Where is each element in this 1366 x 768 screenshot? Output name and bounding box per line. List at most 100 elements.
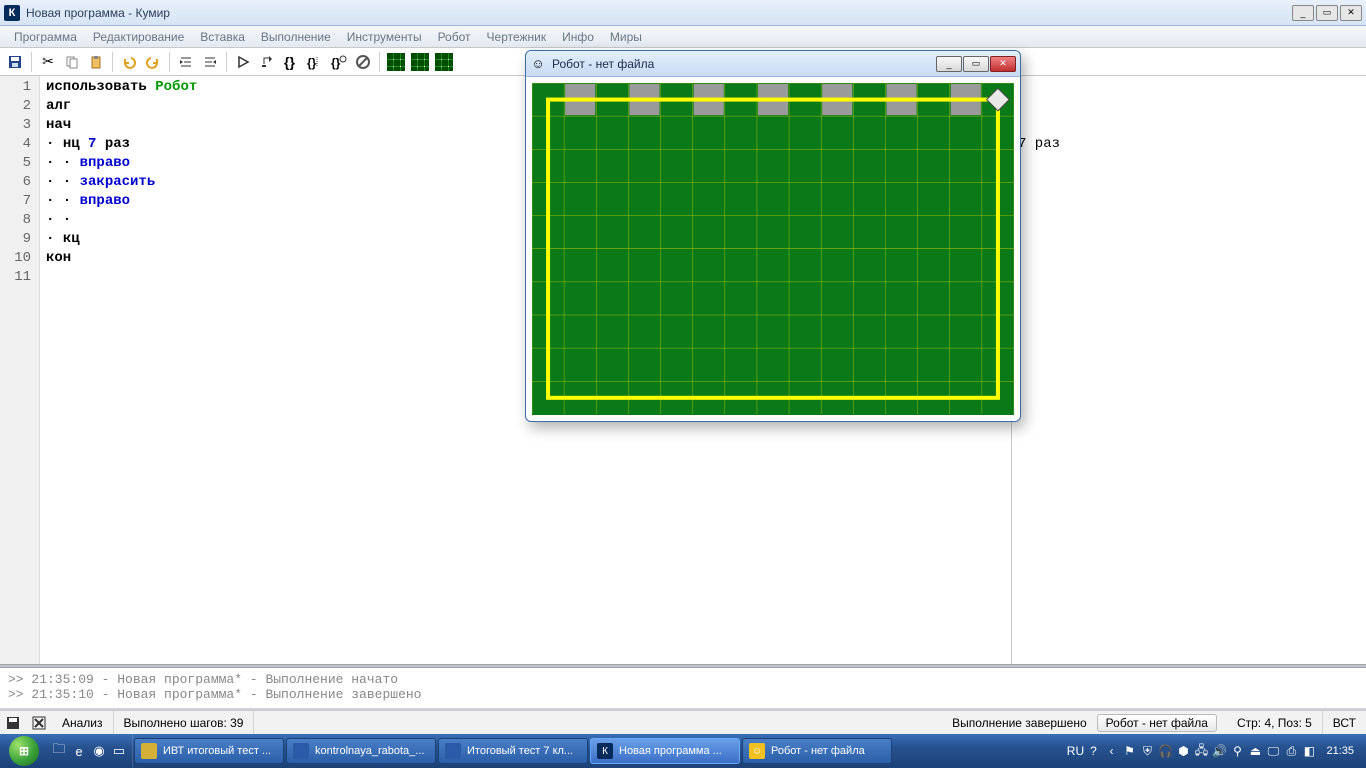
robot-window-title: Робот - нет файла <box>552 57 936 71</box>
line-number: 10 <box>0 249 31 268</box>
tray-headset-icon[interactable]: 🎧 <box>1158 744 1172 758</box>
copy-button[interactable] <box>61 51 83 73</box>
tray-bt-icon[interactable]: ⚲ <box>1230 744 1244 758</box>
system-tray: RU ? ‹ ⚑ ⛨ 🎧 ⬢ 🖧 🔊 ⚲ ⏏ 🖵 ⎙ ◧ 21:35 <box>1064 744 1364 758</box>
tray-flag-icon[interactable]: ⚑ <box>1122 744 1136 758</box>
taskbar-item[interactable]: kontrolnaya_rabota_... <box>286 738 436 764</box>
status-save-icon[interactable] <box>2 714 24 732</box>
minimize-button[interactable]: _ <box>1292 5 1314 21</box>
taskbar-item-label: kontrolnaya_rabota_... <box>315 745 424 757</box>
step-into-button[interactable]: {} <box>280 51 302 73</box>
taskbar-item-icon: К <box>597 743 613 759</box>
save-button[interactable] <box>4 51 26 73</box>
status-pos: Стр: 4, Поз: 5 <box>1227 711 1323 734</box>
taskbar-item-label: Итоговый тест 7 кл... <box>467 745 573 757</box>
menu-item[interactable]: Программа <box>6 28 85 46</box>
taskbar-item-label: Робот - нет файла <box>771 745 865 757</box>
line-number: 8 <box>0 211 31 230</box>
grid-view2-button[interactable] <box>409 51 431 73</box>
tray-chevron-icon[interactable]: ‹ <box>1104 744 1118 758</box>
robot-window[interactable]: ☺ Робот - нет файла _ ▭ ✕ <box>525 50 1021 422</box>
tray-network-icon[interactable]: 🖧 <box>1194 744 1208 758</box>
tray-av-icon[interactable]: ⬢ <box>1176 744 1190 758</box>
quick-chrome-icon[interactable]: ◉ <box>90 742 108 760</box>
quick-ie-icon[interactable]: e <box>70 742 88 760</box>
step-fast-button[interactable]: {} <box>304 51 326 73</box>
menu-item[interactable]: Инструменты <box>339 28 430 46</box>
tray-misc-icon[interactable]: ◧ <box>1302 744 1316 758</box>
taskbar-item[interactable]: Итоговый тест 7 кл... <box>438 738 588 764</box>
log-line: >> 21:35:10 - Новая программа* - Выполне… <box>8 687 1358 702</box>
robot-field[interactable] <box>532 83 1014 415</box>
statusbar: Анализ Выполнено шагов: 39 Выполнение за… <box>0 710 1366 734</box>
svg-text:{}: {} <box>307 56 317 70</box>
status-exec: Выполнение завершено Робот - нет файла <box>254 711 1226 734</box>
grid-view3-button[interactable] <box>433 51 455 73</box>
line-number: 5 <box>0 154 31 173</box>
tray-display-icon[interactable]: 🖵 <box>1266 744 1280 758</box>
undo-button[interactable] <box>118 51 140 73</box>
line-number: 3 <box>0 116 31 135</box>
tray-print-icon[interactable]: ⎙ <box>1284 744 1298 758</box>
tray-clock[interactable]: 21:35 <box>1320 745 1360 757</box>
taskbar-item[interactable]: ИВТ итоговый тест ... <box>134 738 284 764</box>
redo-button[interactable] <box>142 51 164 73</box>
indent-button[interactable] <box>175 51 197 73</box>
outdent-button[interactable] <box>199 51 221 73</box>
status-close-icon[interactable] <box>28 714 50 732</box>
side-text: 7 раз <box>1018 135 1360 154</box>
robot-titlebar[interactable]: ☺ Робот - нет файла _ ▭ ✕ <box>526 51 1020 77</box>
maximize-button[interactable]: ▭ <box>1316 5 1338 21</box>
cut-button[interactable]: ✂ <box>37 51 59 73</box>
paste-button[interactable] <box>85 51 107 73</box>
robot-close-button[interactable]: ✕ <box>990 56 1016 72</box>
window-controls: _ ▭ ✕ <box>1292 5 1362 21</box>
robot-maximize-button[interactable]: ▭ <box>963 56 989 72</box>
quick-explorer-icon[interactable]: 🗀 <box>50 742 68 760</box>
line-number: 11 <box>0 268 31 287</box>
menu-item[interactable]: Миры <box>602 28 650 46</box>
tray-shield-icon[interactable]: ⛨ <box>1140 744 1154 758</box>
robot-window-controls: _ ▭ ✕ <box>936 56 1016 72</box>
svg-text:{}: {} <box>331 56 341 70</box>
robot-marker <box>987 88 1009 110</box>
stop-button[interactable] <box>352 51 374 73</box>
step-over-button[interactable] <box>256 51 278 73</box>
grid-view1-button[interactable] <box>385 51 407 73</box>
taskbar-item-label: ИВТ итоговый тест ... <box>163 745 271 757</box>
window-title: Новая программа - Кумир <box>26 6 1292 20</box>
line-number: 7 <box>0 192 31 211</box>
line-number: 2 <box>0 97 31 116</box>
robot-minimize-button[interactable]: _ <box>936 56 962 72</box>
taskbar-item-label: Новая программа ... <box>619 745 722 757</box>
menu-item[interactable]: Редактирование <box>85 28 192 46</box>
taskbar-item[interactable]: ☺Робот - нет файла <box>742 738 892 764</box>
run-button[interactable] <box>232 51 254 73</box>
robot-icon: ☺ <box>530 56 546 72</box>
line-number: 9 <box>0 230 31 249</box>
taskbar-item[interactable]: К Новая программа ... <box>590 738 740 764</box>
taskbar: ⊞ 🗀 e ◉ ▭ ИВТ итоговый тест ... kontrolna… <box>0 734 1366 768</box>
taskbar-item-icon <box>445 743 461 759</box>
status-steps: Выполнено шагов: 39 <box>114 711 255 734</box>
robot-status-button[interactable]: Робот - нет файла <box>1097 714 1217 732</box>
tray-help-icon[interactable]: ? <box>1086 744 1100 758</box>
menu-item[interactable]: Робот <box>430 28 479 46</box>
status-exec-text: Выполнение завершено <box>952 716 1087 730</box>
status-analysis[interactable]: Анализ <box>52 711 114 734</box>
menu-item[interactable]: Чертежник <box>479 28 555 46</box>
quick-show-desktop-icon[interactable]: ▭ <box>110 742 128 760</box>
start-button[interactable]: ⊞ <box>2 734 46 768</box>
line-number: 4 <box>0 135 31 154</box>
run-to-cursor-button[interactable]: {} <box>328 51 350 73</box>
menu-item[interactable]: Инфо <box>554 28 602 46</box>
titlebar: К Новая программа - Кумир _ ▭ ✕ <box>0 0 1366 26</box>
menu-item[interactable]: Вставка <box>192 28 253 46</box>
menu-item[interactable]: Выполнение <box>253 28 339 46</box>
tray-usb-icon[interactable]: ⏏ <box>1248 744 1262 758</box>
line-number: 6 <box>0 173 31 192</box>
line-gutter: 1234567891011 <box>0 76 40 664</box>
close-button[interactable]: ✕ <box>1340 5 1362 21</box>
tray-volume-icon[interactable]: 🔊 <box>1212 744 1226 758</box>
tray-lang[interactable]: RU <box>1068 744 1082 758</box>
